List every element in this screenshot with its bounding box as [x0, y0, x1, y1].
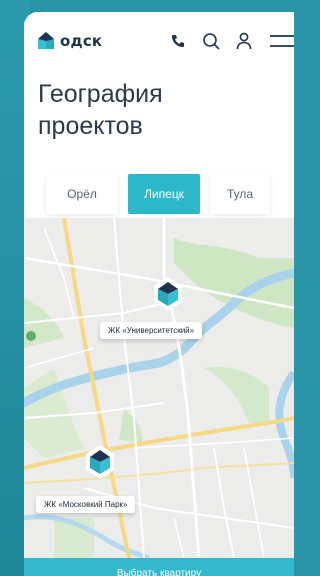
projects-map[interactable]: ЖК «Университетский» ЖК «Московкий Парк»: [24, 218, 294, 558]
header-actions: [170, 12, 294, 70]
menu-icon[interactable]: [268, 34, 294, 48]
mobile-screen: одск География проектов Орёл Липецк Тула…: [24, 12, 294, 576]
page-title-line1: География: [38, 80, 163, 108]
marker-label-moskovsky-park[interactable]: ЖК «Московкий Парк»: [36, 496, 136, 513]
search-icon[interactable]: [202, 32, 220, 50]
tab-tula[interactable]: Тула: [210, 174, 270, 214]
logo-icon: [38, 32, 54, 49]
project-pin-icon[interactable]: [84, 444, 116, 480]
project-pin-icon[interactable]: [152, 276, 184, 312]
top-navigation-bar: одск: [24, 12, 294, 70]
logo-text: одск: [60, 32, 103, 50]
page-title-line2: проектов: [38, 112, 143, 140]
phone-icon[interactable]: [170, 33, 186, 49]
city-tabs: Орёл Липецк Тула: [46, 174, 270, 214]
user-icon[interactable]: [236, 32, 252, 50]
tab-lipetsk[interactable]: Липецк: [128, 174, 200, 214]
page-title: География проектов: [38, 78, 278, 142]
logo[interactable]: одск: [36, 31, 102, 51]
tab-orel[interactable]: Орёл: [46, 174, 118, 214]
choose-apartment-button[interactable]: Выбрать квартиру: [24, 558, 294, 576]
marker-label-universitetsky[interactable]: ЖК «Университетский»: [100, 322, 203, 339]
